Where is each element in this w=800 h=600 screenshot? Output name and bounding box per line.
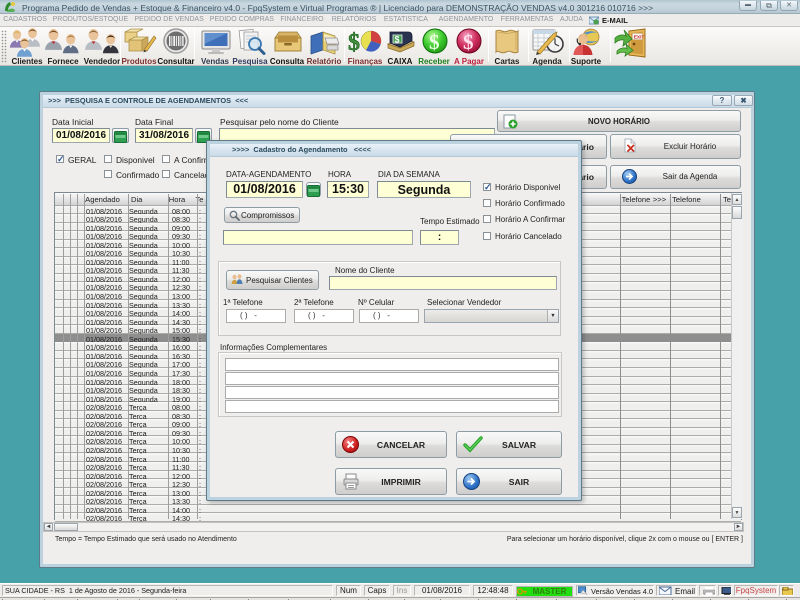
svg-text:$: $	[429, 30, 440, 54]
svg-text:$: $	[463, 30, 474, 54]
svg-text:$: $	[348, 30, 360, 56]
svg-text:$: $	[395, 35, 400, 45]
svg-text:EXIT: EXIT	[634, 35, 645, 41]
